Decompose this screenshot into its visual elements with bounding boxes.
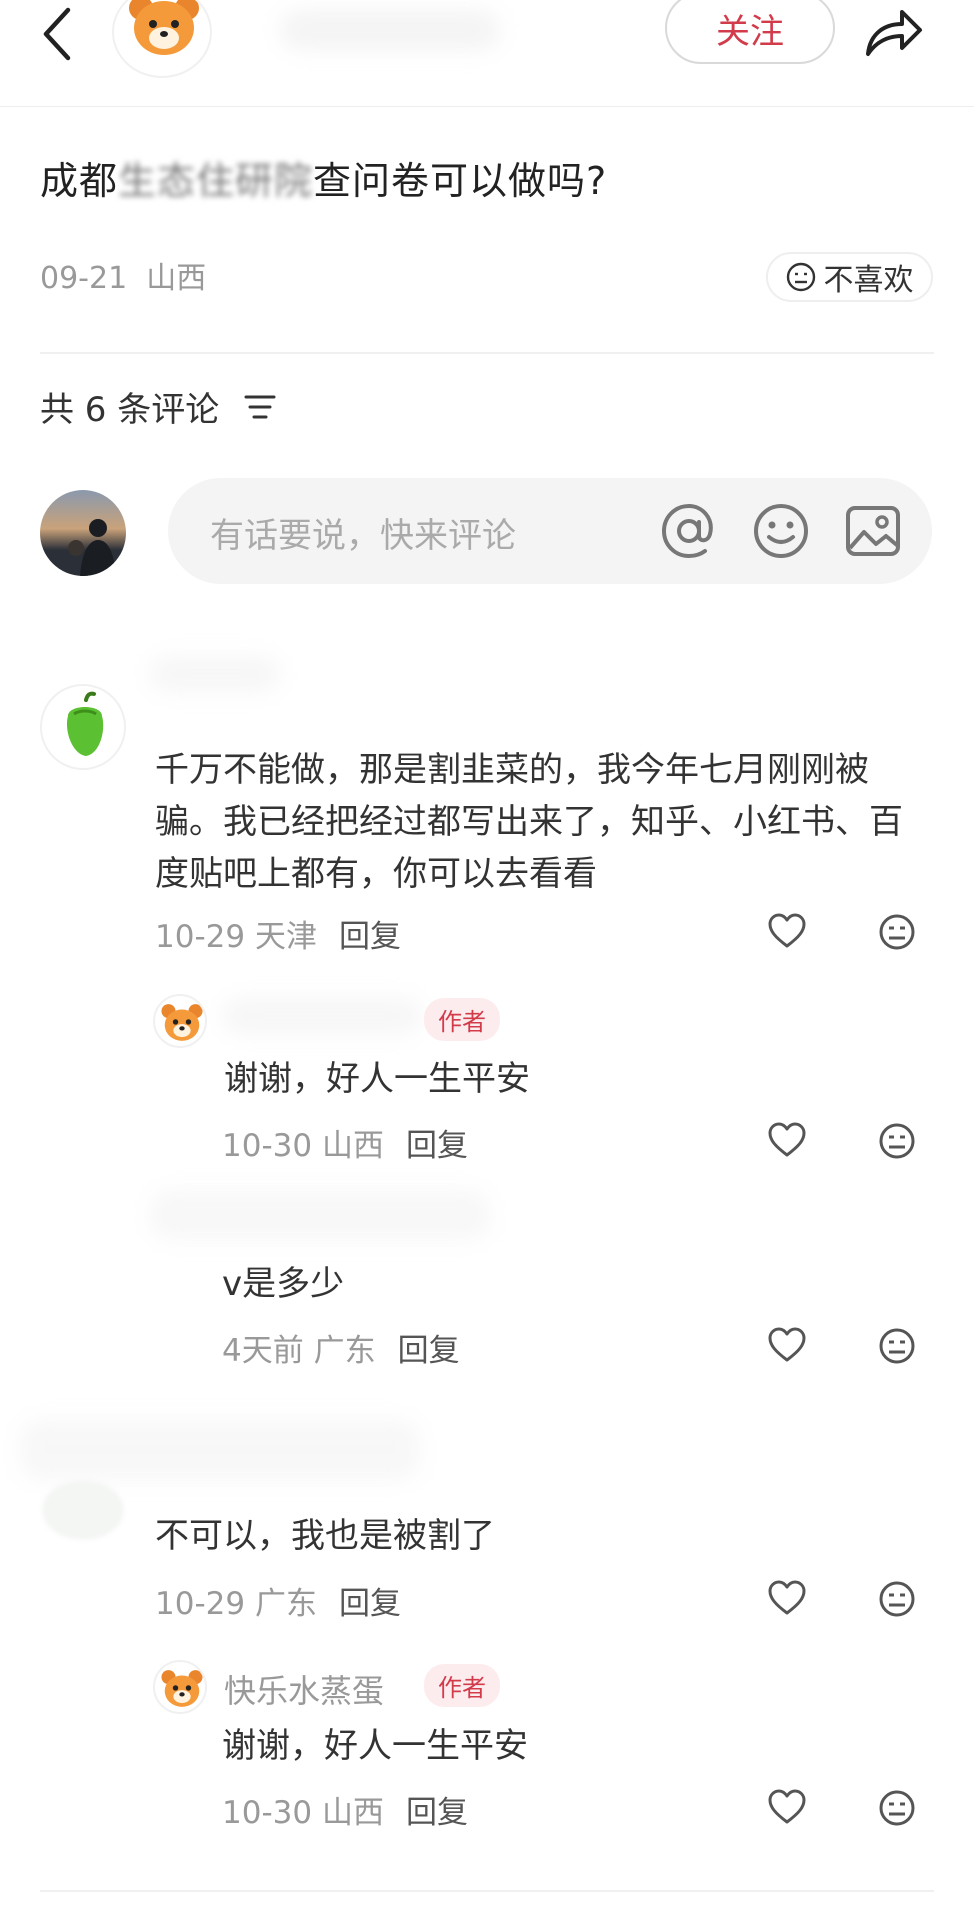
share-icon[interactable]: [862, 4, 924, 60]
bear-icon: [129, 0, 199, 55]
emoji-icon[interactable]: [752, 502, 810, 560]
my-avatar: [40, 490, 126, 576]
comment-input-placeholder: 有话要说，快来评论: [210, 516, 516, 556]
reply-text: v是多少: [222, 1264, 345, 1304]
reply-meta: 10-30 山西 回复: [222, 1795, 468, 1831]
divider: [40, 1890, 934, 1892]
dislike-face-icon[interactable]: [878, 913, 916, 951]
reply-button[interactable]: 回复: [398, 1333, 460, 1369]
commenter-avatar[interactable]: [42, 1480, 124, 1540]
comments-count: 共 6 条评论: [40, 390, 220, 430]
reply-meta: 4天前 广东 回复: [222, 1333, 460, 1369]
top-bar: 关注: [0, 0, 974, 107]
title-blurred-segment: 生态住研院: [118, 159, 314, 203]
comment-text: 千万不能做，那是割韭菜的，我今年七月刚刚被骗。我已经把经过都写出来了，知乎、小红…: [155, 750, 903, 894]
reply-button[interactable]: 回复: [339, 919, 401, 955]
reply-text: 谢谢，好人一生平安: [224, 1059, 530, 1099]
comment-meta: 10-29 天津 回复: [155, 919, 401, 955]
post-meta: 09-21 山西: [40, 261, 207, 296]
divider: [40, 352, 934, 354]
reply-name-blurred: [150, 1190, 490, 1240]
pepper-icon: [66, 691, 104, 756]
reply-avatar[interactable]: [153, 994, 207, 1048]
back-icon[interactable]: [38, 6, 78, 62]
reply-meta: 10-30 山西 回复: [222, 1128, 468, 1164]
bear-icon: [161, 1004, 203, 1041]
image-icon[interactable]: [844, 502, 902, 560]
like-icon[interactable]: [767, 1580, 807, 1616]
like-icon[interactable]: [767, 913, 807, 949]
comment-text: 不可以，我也是被割了: [155, 1516, 495, 1556]
reply-avatar[interactable]: [153, 1660, 207, 1714]
meh-face-icon: [786, 262, 815, 292]
comment-meta: 10-29 广东 回复: [155, 1586, 401, 1622]
dislike-face-icon[interactable]: [878, 1580, 916, 1618]
reply-author-name[interactable]: 快乐水蒸蛋: [224, 1666, 384, 1712]
commenter-avatar[interactable]: [40, 684, 126, 770]
post-title: 成都生态住研院查问卷可以做吗?: [40, 159, 608, 203]
like-icon[interactable]: [767, 1789, 807, 1825]
reply-button[interactable]: 回复: [406, 1795, 468, 1831]
author-avatar[interactable]: [112, 0, 212, 78]
sort-icon[interactable]: [244, 393, 276, 421]
commenter-name-blurred: [20, 1420, 420, 1480]
commenter-name-blurred: [150, 656, 280, 692]
like-icon[interactable]: [767, 1327, 807, 1363]
reply-text: 谢谢，好人一生平安: [222, 1726, 528, 1766]
author-tag: 作者: [424, 998, 500, 1041]
dislike-face-icon[interactable]: [878, 1327, 916, 1365]
dislike-face-icon[interactable]: [878, 1122, 916, 1160]
author-tag: 作者: [424, 1664, 500, 1707]
dislike-button[interactable]: 不喜欢: [766, 252, 933, 302]
dislike-face-icon[interactable]: [878, 1789, 916, 1827]
mention-icon[interactable]: [660, 502, 718, 560]
like-icon[interactable]: [767, 1122, 807, 1158]
reply-button[interactable]: 回复: [406, 1128, 468, 1164]
comment-input[interactable]: 有话要说，快来评论: [168, 478, 932, 584]
reply-button[interactable]: 回复: [339, 1586, 401, 1622]
bear-icon: [161, 1670, 203, 1707]
author-name-blurred: [280, 10, 500, 50]
follow-button[interactable]: 关注: [665, 0, 835, 64]
reply-author-name-blurred: [222, 998, 422, 1034]
